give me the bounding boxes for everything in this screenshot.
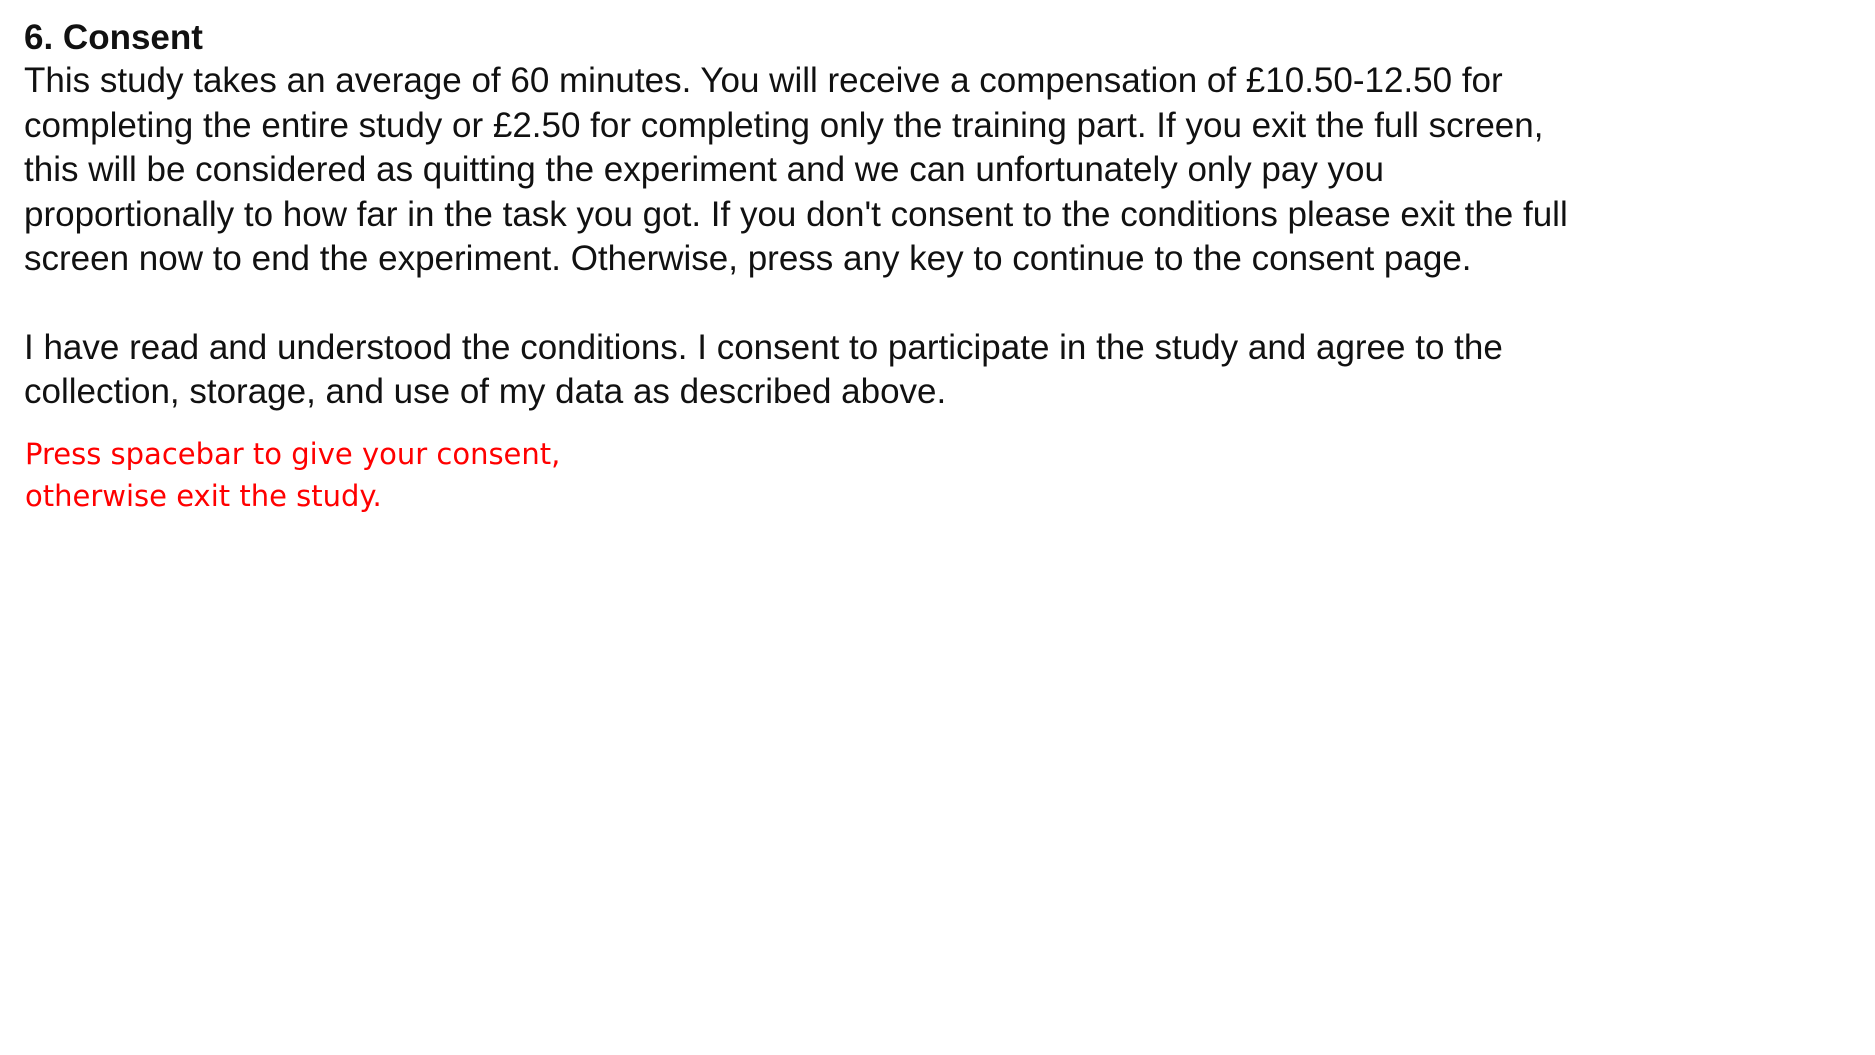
instruction-line-1: Press spacebar to give your consent,: [25, 436, 561, 471]
section-title: 6. Consent: [24, 18, 203, 57]
consent-page: 6. Consent This study takes an average o…: [24, 18, 1584, 517]
spacebar-instruction: Press spacebar to give your consent, oth…: [25, 433, 1584, 517]
conditions-paragraph: This study takes an average of 60 minute…: [24, 61, 1568, 278]
consent-statement: I have read and understood the condition…: [24, 327, 1503, 412]
instruction-line-2: otherwise exit the study.: [25, 478, 382, 513]
